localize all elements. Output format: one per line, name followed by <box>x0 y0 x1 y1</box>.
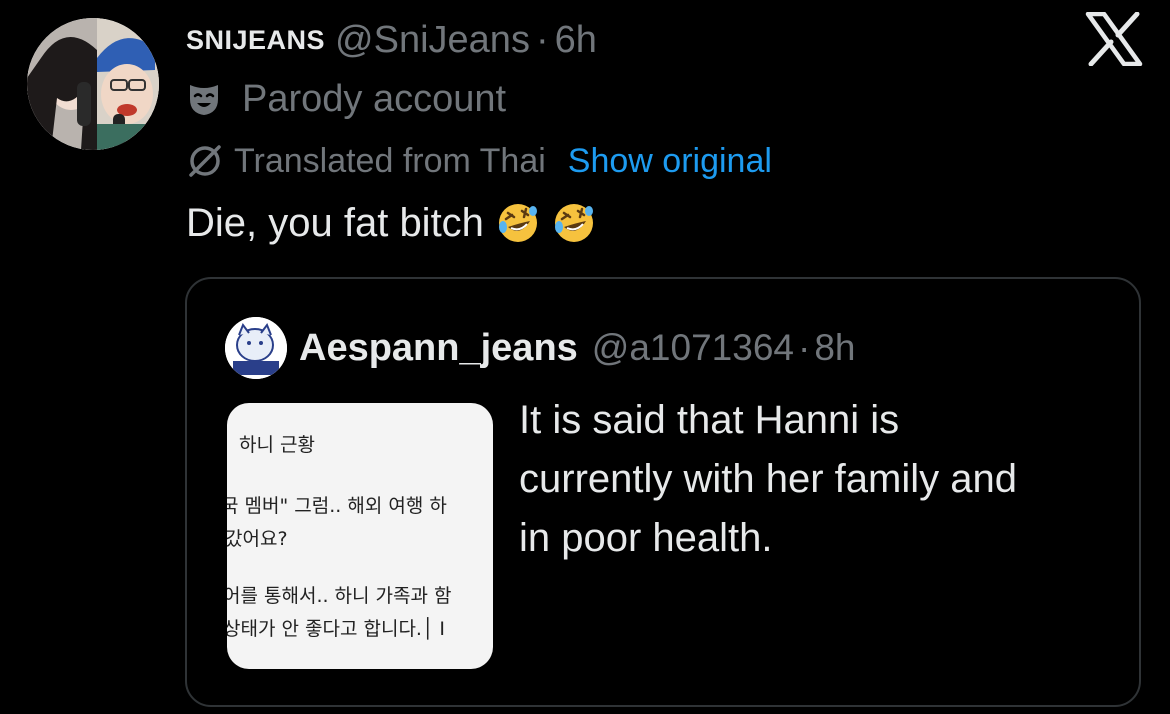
image-text-line: 어를 통해서.. 하니 가족과 함 <box>227 585 452 607</box>
image-text-line: 하니 근황 <box>239 434 315 456</box>
parody-label-row: Parody account <box>186 76 506 122</box>
quoted-text-line: in poor health. <box>519 516 773 560</box>
quoted-header: Aespann_jeans @a1071364 · 8h <box>299 323 855 373</box>
quoted-text-line: It is said that Hanni is <box>519 398 900 442</box>
parody-account-label: Parody account <box>242 77 507 120</box>
separator-dot: · <box>535 18 549 61</box>
image-text-line: 상태가 안 좋다고 합니다.│ I <box>227 618 446 640</box>
quoted-display-name[interactable]: Aespann_jeans <box>299 327 578 370</box>
x-logo-icon <box>1084 11 1144 67</box>
tweet-body: Die, you fat bitch <box>186 196 596 250</box>
author-handle[interactable]: @SniJeans <box>335 19 530 62</box>
translated-from-label: Translated from Thai <box>234 141 546 180</box>
quoted-text-line: currently with her family and <box>519 457 1017 501</box>
tweet-text: Die, you fat bitch <box>186 200 484 245</box>
tweet-timestamp[interactable]: 6h <box>555 19 597 62</box>
mask-icon <box>190 85 218 115</box>
separator-dot: · <box>797 327 811 368</box>
rolling-laughing-emoji-icon <box>554 204 593 242</box>
tweet-header: SNIJEANS @SniJeans · 6h <box>186 18 597 62</box>
quoted-timestamp[interactable]: 8h <box>814 327 855 369</box>
quoted-handle[interactable]: @a1071364 <box>592 327 794 369</box>
avatar[interactable] <box>27 18 159 150</box>
image-text-line: 갔어요? <box>227 528 288 550</box>
author-display-name[interactable]: SNIJEANS <box>186 25 325 56</box>
quoted-media-image[interactable]: 하니 근황 국 멤버" 그럼.. 해외 여행 하 갔어요? 어를 통해서.. 하… <box>227 403 493 669</box>
quoted-tweet-text: It is said that Hanni is currently with … <box>519 391 1119 568</box>
rolling-laughing-emoji-icon <box>498 204 537 242</box>
translation-row: Translated from Thai Show original <box>186 140 772 182</box>
quoted-avatar[interactable] <box>225 317 287 379</box>
image-text-line: 국 멤버" 그럼.. 해외 여행 하 <box>227 495 447 517</box>
quoted-tweet-card[interactable]: Aespann_jeans @a1071364 · 8h 하니 근황 국 멤버"… <box>185 277 1141 707</box>
globe-slash-icon <box>189 145 221 177</box>
show-original-link[interactable]: Show original <box>568 142 772 181</box>
